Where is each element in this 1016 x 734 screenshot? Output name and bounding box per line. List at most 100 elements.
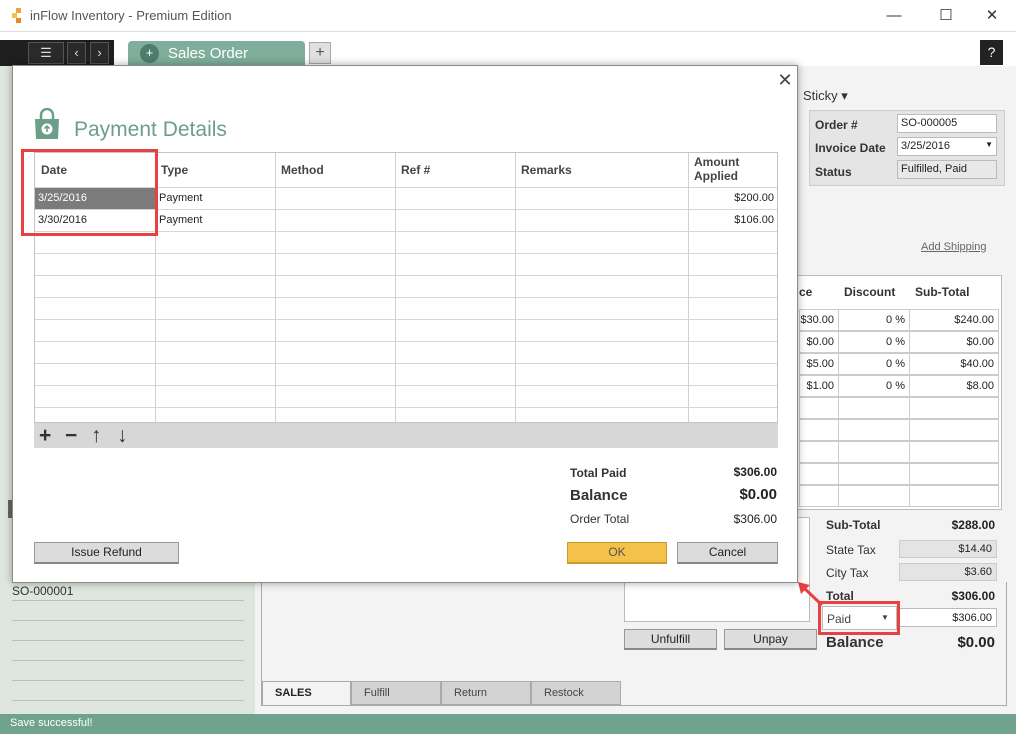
row-divider <box>35 253 777 254</box>
empty-cell[interactable] <box>799 397 839 419</box>
empty-cell <box>909 441 999 463</box>
list-divider <box>12 700 244 701</box>
empty-cell <box>909 419 999 441</box>
empty-cell[interactable] <box>838 419 910 441</box>
row-divider <box>35 407 777 408</box>
subtotal-value: $288.00 <box>951 518 995 532</box>
dialog-balance-label: Balance <box>570 487 628 504</box>
cancel-button[interactable]: Cancel <box>677 542 778 564</box>
line-subtotal: $40.00 <box>909 353 999 375</box>
ok-button[interactable]: OK <box>567 542 667 564</box>
total-value: $306.00 <box>951 589 995 603</box>
empty-cell[interactable] <box>799 419 839 441</box>
payment-bag-icon <box>35 108 59 139</box>
close-window-button[interactable]: ✕ <box>978 6 1006 26</box>
tab-return[interactable]: Return <box>441 681 531 705</box>
line-price[interactable]: $1.00 <box>799 375 839 397</box>
dialog-close-button[interactable]: ✕ <box>775 70 795 90</box>
dialog-title: Payment Details <box>74 118 227 141</box>
subtotal-column-header: Sub-Total <box>915 285 970 299</box>
total-paid-label: Total Paid <box>570 466 627 480</box>
payment-amount-cell[interactable]: $200.00 <box>689 188 777 209</box>
empty-cell[interactable] <box>838 441 910 463</box>
forward-icon[interactable]: › <box>90 42 109 64</box>
sales-order-icon: + <box>140 44 159 63</box>
line-subtotal: $0.00 <box>909 331 999 353</box>
line-discount[interactable]: 0 % <box>838 353 910 375</box>
invoice-date-value: 3/25/2016 <box>901 140 950 152</box>
payment-ref-cell[interactable] <box>396 210 515 231</box>
tab-sales-order[interactable]: + Sales Order <box>128 41 305 66</box>
row-divider <box>35 363 777 364</box>
back-icon[interactable]: ‹ <box>67 42 86 64</box>
payment-remarks-cell[interactable] <box>516 210 688 231</box>
line-price[interactable]: $0.00 <box>799 331 839 353</box>
paid-highlight <box>818 601 900 635</box>
add-row-icon[interactable]: + <box>39 423 51 448</box>
amount-header-line2: Applied <box>694 169 738 183</box>
city-tax-value: $3.60 <box>899 563 997 581</box>
order-total-value: $306.00 <box>733 512 777 526</box>
line-price[interactable]: $30.00 <box>799 309 839 331</box>
balance-value: $0.00 <box>957 634 995 651</box>
paid-value: $306.00 <box>899 608 997 627</box>
line-price[interactable]: $5.00 <box>799 353 839 375</box>
amount-column-header[interactable]: Amount Applied <box>694 155 739 189</box>
tab-sales[interactable]: SALES <box>262 681 351 705</box>
title-bar: inFlow Inventory - Premium Edition — ☐ ✕ <box>0 0 1016 32</box>
payment-method-cell[interactable] <box>276 210 395 231</box>
empty-cell[interactable] <box>838 463 910 485</box>
row-divider <box>35 385 777 386</box>
order-number-field[interactable]: SO-000005 <box>897 114 997 133</box>
line-discount[interactable]: 0 % <box>838 331 910 353</box>
dialog-balance-value: $0.00 <box>739 486 777 503</box>
empty-cell[interactable] <box>799 441 839 463</box>
status-bar: Save successful! <box>0 714 1016 734</box>
move-down-icon[interactable]: ↓ <box>117 423 128 448</box>
add-tab-button[interactable]: + <box>309 42 331 64</box>
payment-remarks-cell[interactable] <box>516 188 688 209</box>
date-column-highlight <box>21 149 158 236</box>
empty-cell[interactable] <box>799 463 839 485</box>
payment-details-dialog: ✕ Payment Details Date Type Method Ref #… <box>12 65 798 583</box>
tab-fulfill[interactable]: Fulfill <box>351 681 441 705</box>
row-divider <box>35 319 777 320</box>
payment-amount-cell[interactable]: $106.00 <box>689 210 777 231</box>
discount-column-header: Discount <box>844 285 896 299</box>
payment-method-cell[interactable] <box>276 188 395 209</box>
list-divider <box>12 640 244 641</box>
issue-refund-button[interactable]: Issue Refund <box>34 542 179 564</box>
help-button[interactable]: ? <box>980 40 1003 65</box>
empty-cell[interactable] <box>799 485 839 507</box>
payment-ref-cell[interactable] <box>396 188 515 209</box>
invoice-date-field[interactable]: 3/25/2016 ▼ <box>897 137 997 156</box>
remove-row-icon[interactable]: − <box>65 423 77 448</box>
add-shipping-link[interactable]: Add Shipping <box>921 241 986 253</box>
invoice-date-label: Invoice Date <box>815 141 886 155</box>
row-divider <box>35 275 777 276</box>
order-list-item[interactable]: SO-000001 <box>12 584 73 598</box>
empty-cell[interactable] <box>838 397 910 419</box>
payment-type-cell[interactable]: Payment <box>156 188 275 209</box>
unfulfill-button[interactable]: Unfulfill <box>624 629 717 650</box>
line-subtotal: $240.00 <box>909 309 999 331</box>
payment-type-cell[interactable]: Payment <box>156 210 275 231</box>
line-discount[interactable]: 0 % <box>838 309 910 331</box>
state-tax-label: State Tax <box>826 543 876 557</box>
maximize-button[interactable]: ☐ <box>932 6 960 26</box>
line-discount[interactable]: 0 % <box>838 375 910 397</box>
list-divider <box>12 680 244 681</box>
unpay-button[interactable]: Unpay <box>724 629 817 650</box>
list-divider <box>12 600 244 601</box>
row-divider <box>35 341 777 342</box>
inflow-logo-icon <box>12 8 21 23</box>
tab-restock[interactable]: Restock <box>531 681 621 705</box>
move-up-icon[interactable]: ↑ <box>91 423 102 448</box>
list-divider <box>12 660 244 661</box>
sticky-button[interactable]: Sticky ▾ <box>803 88 848 104</box>
empty-cell[interactable] <box>838 485 910 507</box>
row-divider <box>35 297 777 298</box>
minimize-button[interactable]: — <box>880 6 908 26</box>
menu-icon[interactable]: ☰ <box>28 42 64 64</box>
empty-cell <box>909 463 999 485</box>
